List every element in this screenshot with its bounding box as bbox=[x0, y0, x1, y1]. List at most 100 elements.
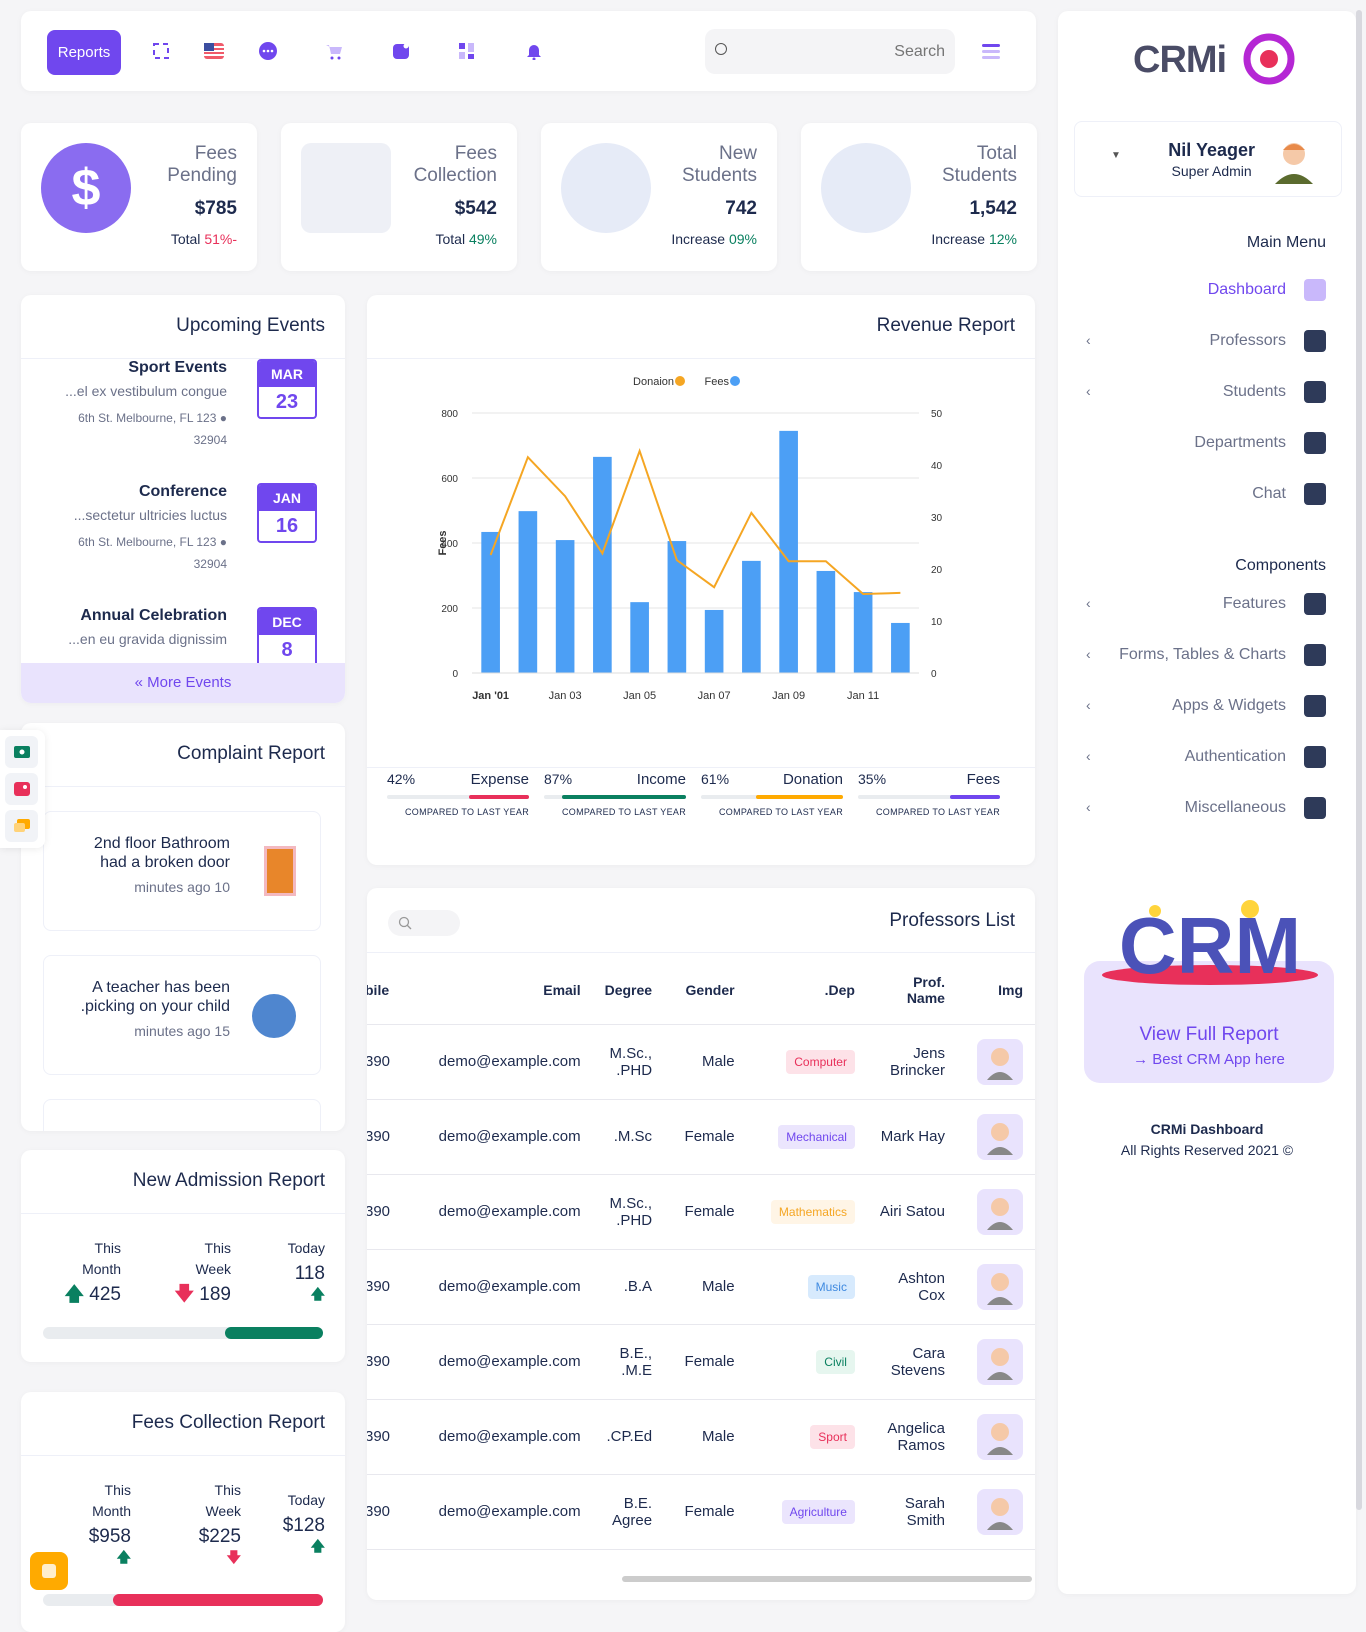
chevron-left-icon[interactable]: ‹ bbox=[1086, 748, 1091, 764]
sidebar-item-departments[interactable]: Departments bbox=[1194, 432, 1326, 454]
complaint-item[interactable] bbox=[43, 1099, 321, 1131]
admission-progress bbox=[43, 1327, 323, 1339]
cell-degree: M.Sc., .PHD bbox=[593, 1174, 664, 1249]
chevron-left-icon[interactable]: ‹ bbox=[1086, 799, 1091, 815]
image-icon[interactable] bbox=[5, 773, 38, 805]
cell-degree: B.E., .M.E bbox=[593, 1324, 664, 1399]
event-item[interactable]: Conference ...sectetur ultricies luctus … bbox=[47, 483, 317, 575]
table-row[interactable]: 390 demo@example.com .B.A Male Music Ash… bbox=[367, 1249, 1035, 1324]
user-profile-card[interactable]: ▼ Nil Yeager Super Admin bbox=[1074, 121, 1342, 197]
table-row[interactable]: 390 demo@example.com B.E., .M.E Female C… bbox=[367, 1324, 1035, 1399]
kpi-compare: COMPARED TO LAST YEAR bbox=[405, 807, 529, 817]
kpi-compare: COMPARED TO LAST YEAR bbox=[719, 807, 843, 817]
stat-value: 1,542 bbox=[969, 198, 1017, 220]
avatar bbox=[977, 1264, 1023, 1310]
complaint-item[interactable]: 2nd floor Bathroomhad a broken doorminut… bbox=[43, 811, 321, 931]
chevron-left-icon[interactable]: ‹ bbox=[1086, 646, 1091, 662]
stat-title: Students bbox=[682, 165, 757, 186]
money-icon[interactable] bbox=[5, 736, 38, 768]
search-input[interactable] bbox=[735, 29, 945, 74]
arrow-up-icon: 🡅 bbox=[64, 1284, 84, 1305]
bar-fees[interactable] bbox=[742, 561, 761, 673]
kpi-progress-fill bbox=[562, 795, 686, 799]
more-events-link[interactable]: « More Events bbox=[21, 663, 345, 703]
cell-name: Angelica Ramos bbox=[867, 1399, 957, 1474]
stat-title: Pending bbox=[167, 165, 237, 186]
complaint-text: 2nd floor Bathroom bbox=[94, 835, 230, 852]
bar-fees[interactable] bbox=[817, 571, 836, 673]
chat-bubble-icon[interactable] bbox=[258, 41, 278, 61]
grid-icon[interactable] bbox=[457, 41, 477, 61]
bar-fees[interactable] bbox=[630, 602, 649, 673]
y-tick-label: 800 bbox=[441, 409, 458, 420]
complaint-item[interactable]: A teacher has been.picking on your child… bbox=[43, 955, 321, 1075]
column-header[interactable]: Prof. Name bbox=[867, 956, 957, 1024]
cell-gender: Female bbox=[664, 1099, 747, 1174]
chevron-down-icon[interactable]: ▼ bbox=[1111, 150, 1121, 161]
period-label: This bbox=[205, 1240, 231, 1256]
messages-icon[interactable] bbox=[5, 810, 38, 842]
reports-button[interactable]: Reports bbox=[47, 30, 121, 75]
horizontal-scrollbar[interactable] bbox=[622, 1576, 1032, 1582]
bar-fees[interactable] bbox=[891, 623, 910, 673]
sidebar-item-label: Authentication bbox=[1185, 748, 1286, 766]
sidebar-item-features[interactable]: Features bbox=[1223, 593, 1326, 615]
sidebar-item-apps-widgets[interactable]: Apps & Widgets bbox=[1172, 695, 1326, 717]
logo[interactable]: CRMi bbox=[1133, 39, 1226, 82]
admission-month-value: 425 bbox=[89, 1284, 121, 1305]
column-header[interactable]: .Dep bbox=[747, 956, 867, 1024]
footer-title: CRMi Dashboard bbox=[1058, 1121, 1356, 1137]
sidebar-item-miscellaneous[interactable]: Miscellaneous bbox=[1185, 797, 1326, 819]
cell-degree: .M.Sc bbox=[593, 1099, 664, 1174]
page-scrollbar[interactable] bbox=[1356, 10, 1362, 1510]
column-header[interactable]: Gender bbox=[664, 956, 747, 1024]
column-header[interactable]: bile bbox=[367, 956, 408, 1024]
column-header[interactable]: Degree bbox=[593, 956, 664, 1024]
event-item[interactable]: Annual Celebration ...en eu gravida dign… bbox=[47, 607, 317, 647]
us-flag-icon[interactable] bbox=[204, 41, 224, 61]
column-header[interactable]: Img bbox=[957, 956, 1035, 1024]
avatar bbox=[977, 1339, 1023, 1385]
column-header[interactable]: Email bbox=[408, 956, 593, 1024]
table-row[interactable]: 390 demo@example.com B.E. Agree Female A… bbox=[367, 1474, 1035, 1549]
dashboard-icon bbox=[1304, 279, 1326, 301]
table-row[interactable]: 390 demo@example.com M.Sc., .PHD Male Co… bbox=[367, 1024, 1035, 1099]
chevron-left-icon[interactable]: ‹ bbox=[1086, 697, 1091, 713]
chevron-left-icon[interactable]: ‹ bbox=[1086, 595, 1091, 611]
table-row[interactable]: 390 demo@example.com M.Sc., .PHD Female … bbox=[367, 1174, 1035, 1249]
bar-fees[interactable] bbox=[593, 457, 612, 673]
bar-fees[interactable] bbox=[519, 511, 538, 673]
floating-toolbar bbox=[0, 730, 45, 848]
fees-progress bbox=[43, 1594, 323, 1606]
note-icon[interactable] bbox=[391, 41, 411, 61]
sidebar-item-label: Dashboard bbox=[1208, 281, 1286, 299]
search-box[interactable] bbox=[705, 29, 955, 74]
bar-fees[interactable] bbox=[854, 592, 873, 673]
arrow-up-icon: 🡅 bbox=[255, 1536, 325, 1557]
sidebar-item-chat[interactable]: Chat bbox=[1252, 483, 1326, 505]
y2-tick-label: 10 bbox=[931, 617, 943, 628]
complaint-text: .picking on your child bbox=[81, 998, 230, 1015]
fullscreen-icon[interactable] bbox=[151, 41, 171, 61]
bar-fees[interactable] bbox=[705, 610, 724, 673]
bar-fees[interactable] bbox=[556, 540, 575, 673]
sidebar-item-dashboard[interactable]: Dashboard bbox=[1208, 279, 1326, 301]
event-item[interactable]: Sport Events ...el ex vestibulum congue … bbox=[47, 359, 317, 451]
chevron-left-icon[interactable]: ‹ bbox=[1086, 383, 1091, 399]
hamburger-icon[interactable] bbox=[981, 41, 1001, 61]
bell-icon[interactable] bbox=[524, 41, 544, 61]
professors-list-panel: Professors List bileEmailDegreeGender.De… bbox=[367, 888, 1035, 1600]
cart-icon[interactable] bbox=[324, 41, 344, 61]
fees-week-value: $225 bbox=[171, 1526, 241, 1547]
table-row[interactable]: 390 demo@example.com .M.Sc Female Mechan… bbox=[367, 1099, 1035, 1174]
chat-widget-button[interactable] bbox=[30, 1552, 68, 1590]
sidebar-item-students[interactable]: Students bbox=[1223, 381, 1326, 403]
professors-search[interactable] bbox=[388, 910, 460, 936]
chevron-left-icon[interactable]: ‹ bbox=[1086, 332, 1091, 348]
sidebar-item-professors[interactable]: Professors bbox=[1210, 330, 1326, 352]
sidebar-item-forms-tables-charts[interactable]: Forms, Tables & Charts bbox=[1119, 644, 1326, 666]
kpi-label: Donation bbox=[783, 771, 843, 788]
components-label: Components bbox=[1235, 557, 1326, 575]
table-row[interactable]: 390 demo@example.com .CP.Ed Male Sport A… bbox=[367, 1399, 1035, 1474]
sidebar-item-authentication[interactable]: Authentication bbox=[1185, 746, 1326, 768]
